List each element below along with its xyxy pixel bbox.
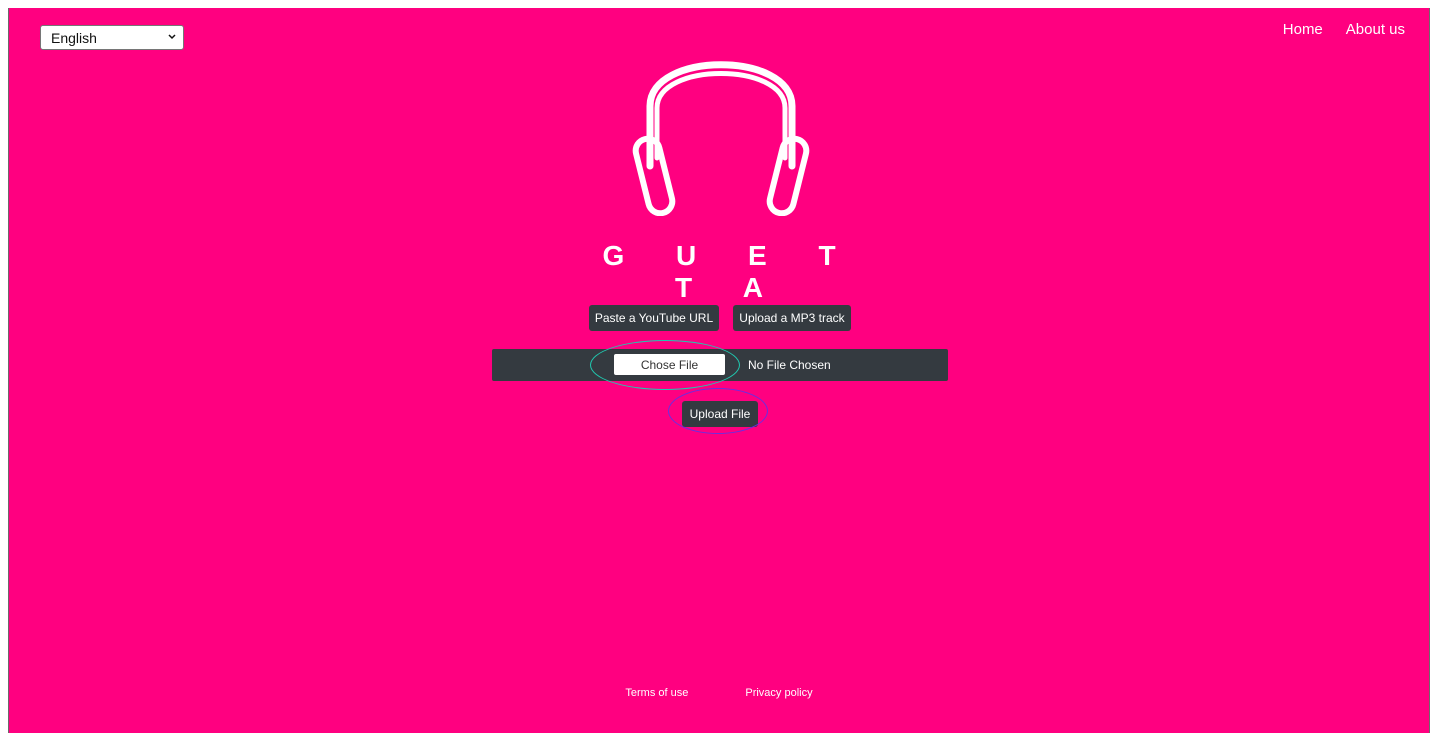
annotation-ellipse-upload bbox=[668, 388, 768, 434]
chevron-down-icon bbox=[168, 34, 176, 40]
browser-frame: English Home About us G U E T T A Paste … bbox=[0, 0, 1437, 733]
file-status: No File Chosen bbox=[748, 358, 831, 372]
language-select[interactable]: English bbox=[40, 25, 184, 50]
page: English Home About us G U E T T A Paste … bbox=[8, 8, 1430, 733]
top-nav: Home About us bbox=[1283, 21, 1405, 38]
terms-link[interactable]: Terms of use bbox=[625, 687, 688, 699]
footer: Terms of use Privacy policy bbox=[9, 687, 1429, 699]
tab-upload-mp3[interactable]: Upload a MP3 track bbox=[733, 305, 851, 331]
nav-about-link[interactable]: About us bbox=[1346, 21, 1405, 38]
nav-home-link[interactable]: Home bbox=[1283, 21, 1323, 38]
tab-youtube-url[interactable]: Paste a YouTube URL bbox=[589, 305, 719, 331]
brand-title: G U E T T A bbox=[602, 240, 858, 303]
privacy-link[interactable]: Privacy policy bbox=[745, 687, 812, 699]
headphones-icon bbox=[632, 61, 810, 216]
language-select-value: English bbox=[51, 29, 97, 46]
annotation-ellipse-choose bbox=[590, 340, 740, 390]
